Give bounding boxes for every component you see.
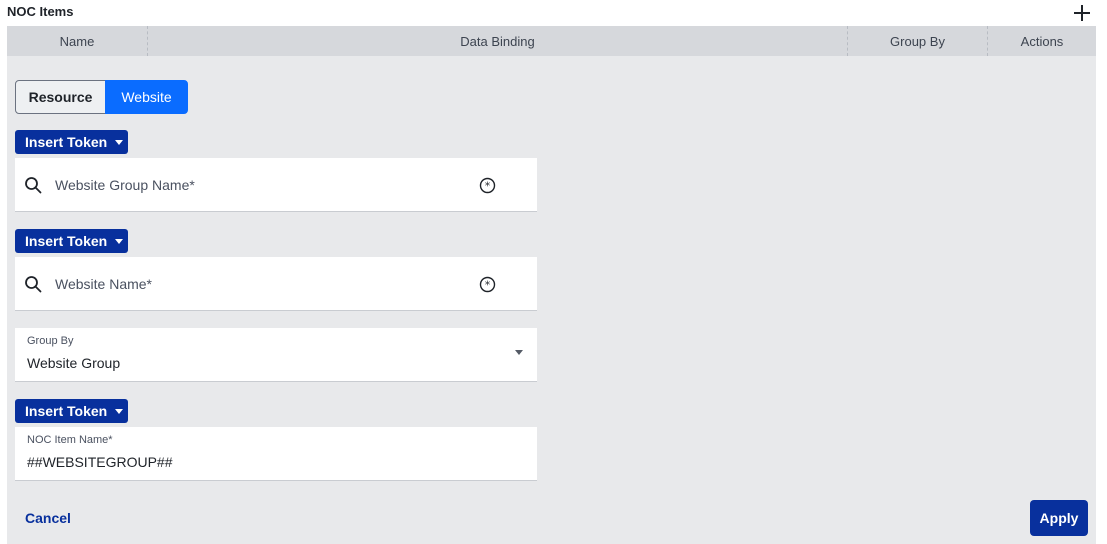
caret-down-icon <box>115 408 124 414</box>
search-icon <box>25 276 42 293</box>
insert-token-button[interactable]: Insert Token <box>15 130 128 154</box>
asterisk-circle-icon[interactable]: * <box>479 276 496 293</box>
column-header-name[interactable]: Name <box>7 26 147 56</box>
insert-token-label: Insert Token <box>25 403 108 419</box>
website-name-placeholder: Website Name* <box>55 276 153 292</box>
cancel-button[interactable]: Cancel <box>25 510 71 526</box>
caret-down-icon <box>115 139 124 145</box>
table-header: Name Data Binding Group By Actions <box>7 26 1096 56</box>
group-by-label: Group By <box>27 335 74 347</box>
noc-item-name-field[interactable]: NOC Item Name* ##WEBSITEGROUP## <box>15 427 537 481</box>
group-by-select[interactable]: Group By Website Group <box>15 328 537 382</box>
website-name-field[interactable]: Website Name* * <box>15 257 537 311</box>
insert-token-label: Insert Token <box>25 233 108 249</box>
insert-token-label: Insert Token <box>25 134 108 150</box>
noc-item-name-label: NOC Item Name* <box>27 434 113 446</box>
column-header-group-by[interactable]: Group By <box>847 26 987 56</box>
tab-website[interactable]: Website <box>105 80 188 114</box>
svg-text:*: * <box>485 180 491 193</box>
caret-down-icon <box>115 238 124 244</box>
apply-button[interactable]: Apply <box>1030 500 1088 536</box>
add-noc-item-button[interactable] <box>1071 2 1093 24</box>
svg-text:*: * <box>485 279 491 292</box>
page-title: NOC Items <box>7 4 74 19</box>
type-toggle: Resource Website <box>15 80 188 114</box>
insert-token-button[interactable]: Insert Token <box>15 399 128 423</box>
insert-token-button[interactable]: Insert Token <box>15 229 128 253</box>
column-header-data-binding[interactable]: Data Binding <box>147 26 847 56</box>
column-header-actions[interactable]: Actions <box>987 26 1096 56</box>
asterisk-circle-icon[interactable]: * <box>479 177 496 194</box>
noc-item-name-value[interactable]: ##WEBSITEGROUP## <box>27 454 173 470</box>
group-by-value: Website Group <box>27 355 121 371</box>
dropdown-arrow-icon[interactable] <box>515 350 523 355</box>
tab-resource[interactable]: Resource <box>15 80 106 114</box>
website-group-name-placeholder: Website Group Name* <box>55 177 195 193</box>
plus-icon <box>1074 5 1090 21</box>
search-icon <box>25 177 42 194</box>
noc-item-form: Resource Website Insert Token Website Gr… <box>7 56 1096 544</box>
website-group-name-field[interactable]: Website Group Name* * <box>15 158 537 212</box>
